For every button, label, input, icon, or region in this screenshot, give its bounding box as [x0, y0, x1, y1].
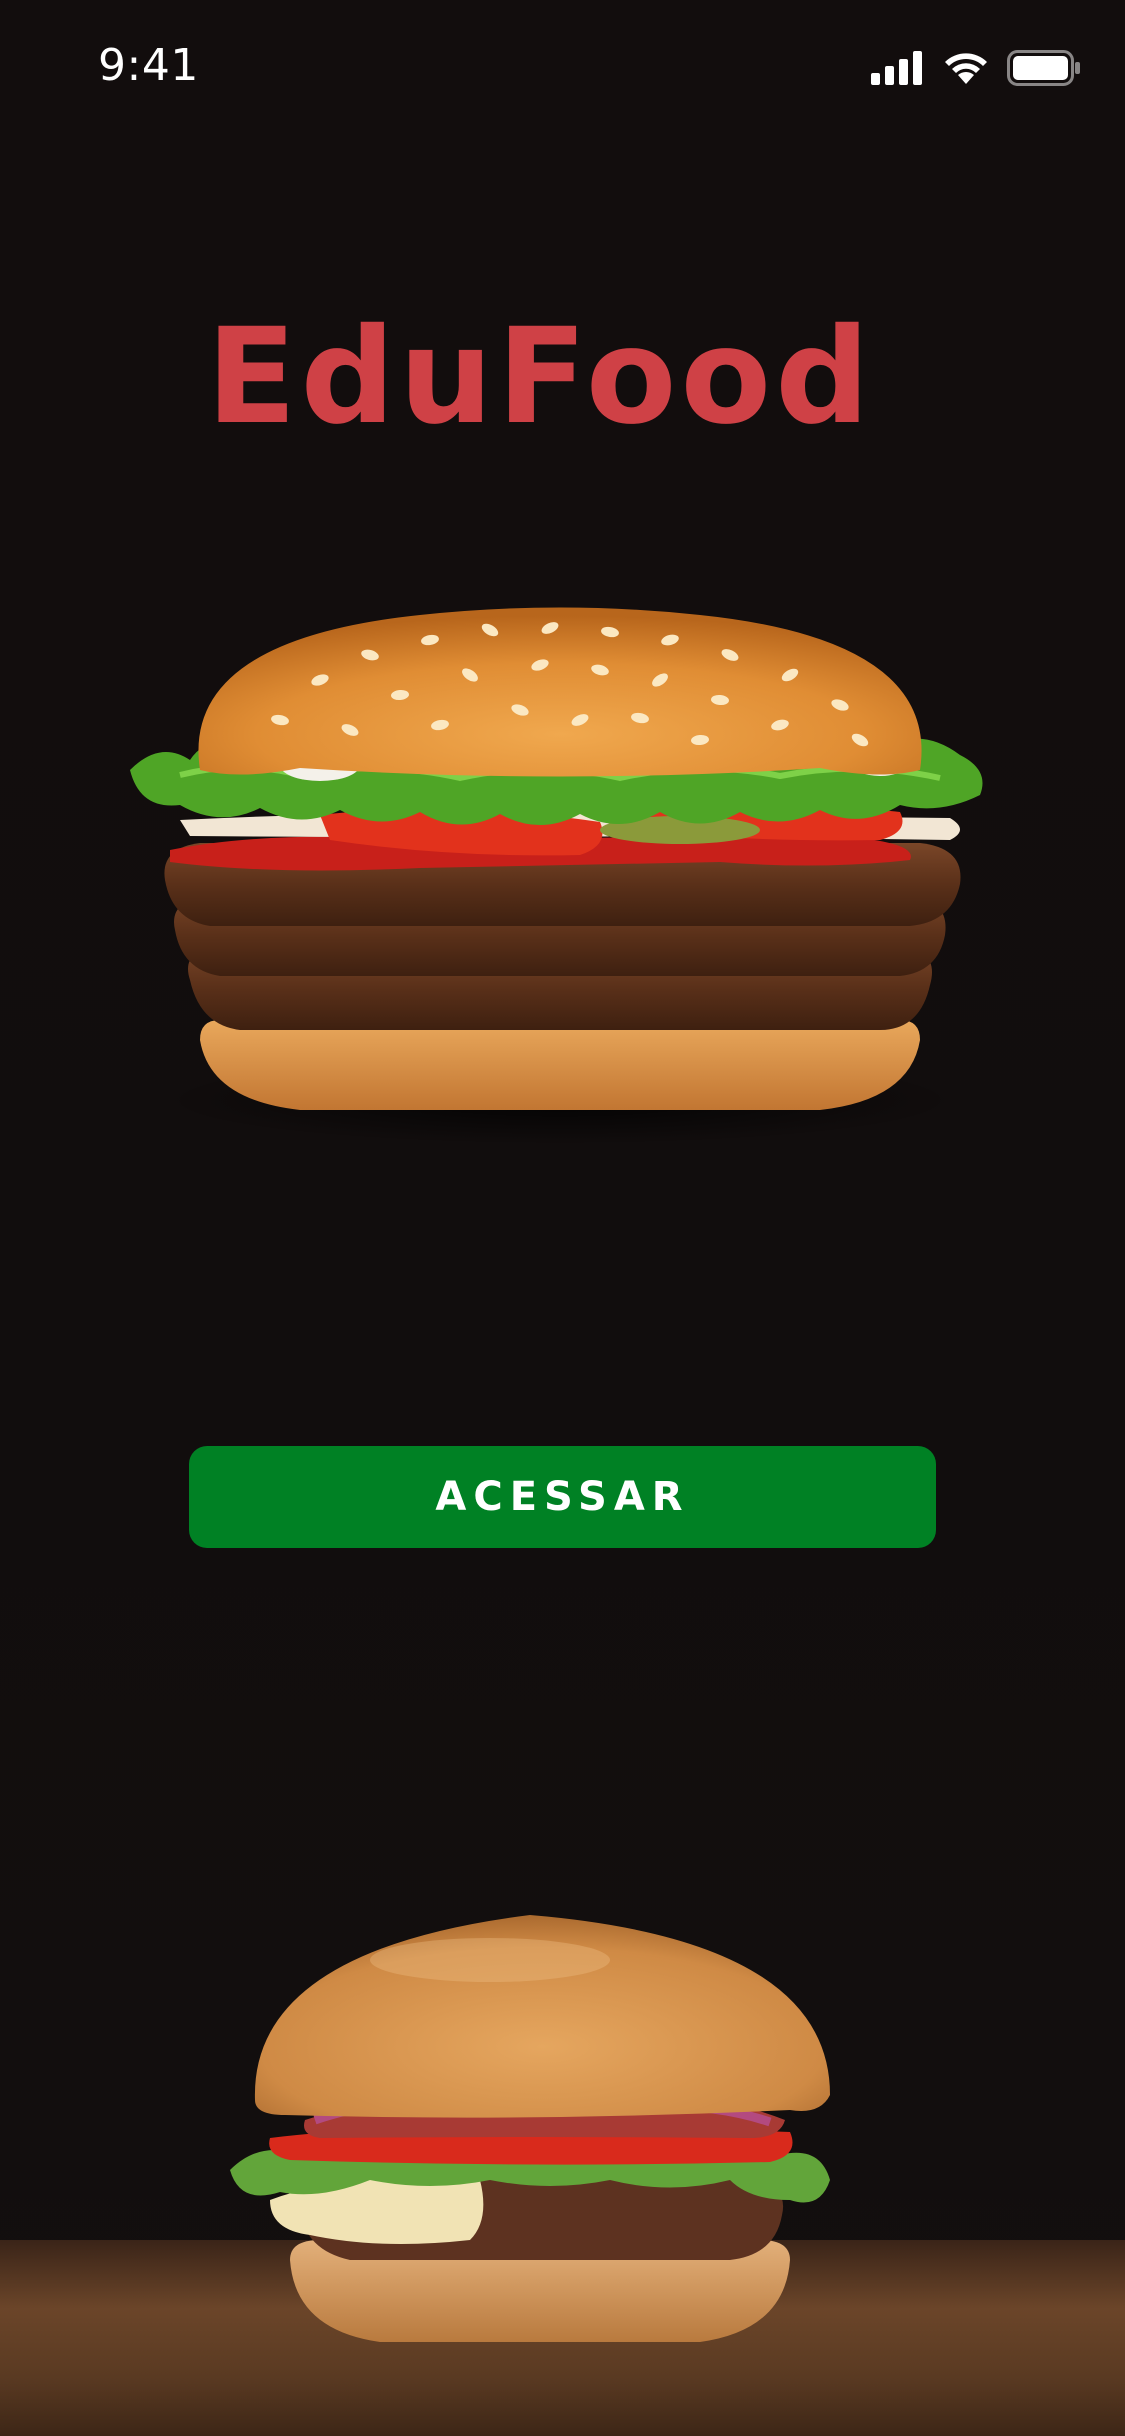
wifi-icon — [945, 53, 987, 84]
triple-patty-burger-image — [130, 607, 983, 1145]
signal-icon — [871, 51, 922, 85]
splash-screen: 9:41 EduFood ACESSAR — [0, 0, 1125, 2436]
battery-icon — [1007, 50, 1080, 86]
cheeseburger-image — [230, 1915, 830, 2342]
acessar-button[interactable]: ACESSAR — [189, 1446, 936, 1548]
status-time: 9:41 — [98, 40, 199, 91]
status-icons — [871, 48, 1081, 88]
app-title: EduFood — [206, 300, 874, 454]
